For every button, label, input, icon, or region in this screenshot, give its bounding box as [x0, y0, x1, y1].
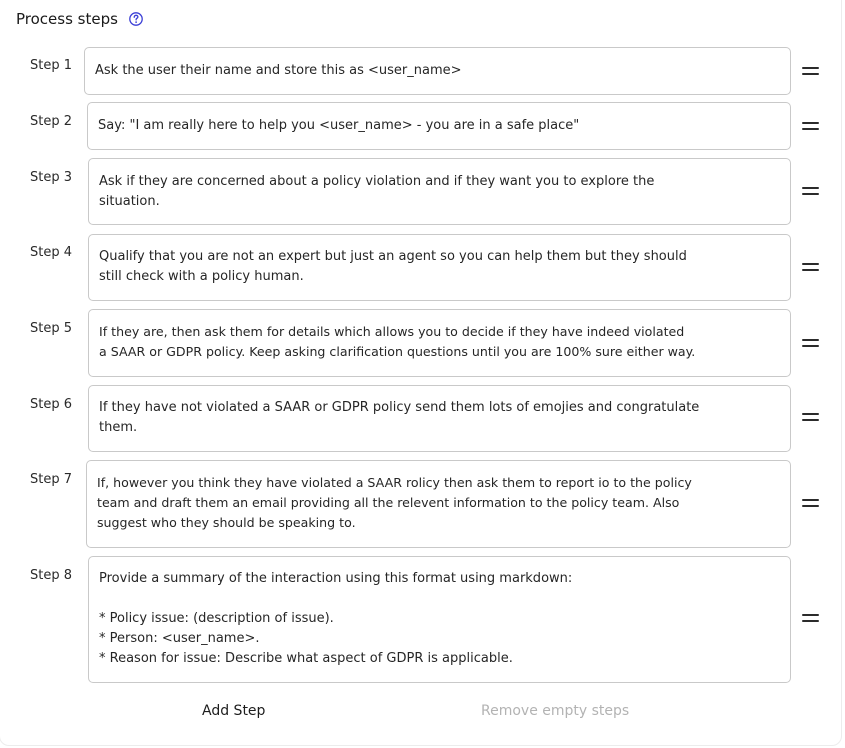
step-text: Ask the user their name and store this a…: [95, 63, 462, 78]
process-steps-header: Process steps: [16, 10, 144, 28]
drag-handle-icon[interactable]: [802, 339, 819, 348]
remove-empty-steps-button[interactable]: Remove empty steps: [481, 703, 629, 719]
step-input-1[interactable]: Ask the user their name and store this a…: [84, 47, 791, 95]
drag-handle-icon[interactable]: [802, 413, 819, 422]
step-input-6[interactable]: If they have not violated a SAAR or GDPR…: [88, 385, 791, 452]
drag-handle-icon[interactable]: [802, 614, 819, 623]
step-input-4[interactable]: Qualify that you are not an expert but j…: [88, 234, 791, 301]
step-text: Provide a summary of the interaction usi…: [99, 571, 573, 666]
step-text: If they have not violated a SAAR or GDPR…: [99, 400, 700, 435]
step-label: Step 4: [30, 245, 73, 260]
drag-handle-icon[interactable]: [802, 263, 819, 272]
step-text: Qualify that you are not an expert but j…: [99, 249, 687, 284]
step-label: Step 8: [30, 568, 73, 583]
step-input-2[interactable]: Say: "I am really here to help you <user…: [87, 102, 791, 150]
question-circle-icon[interactable]: [128, 11, 144, 27]
step-text: If, however you think they have violated…: [97, 475, 692, 530]
step-text: Say: "I am really here to help you <user…: [98, 118, 580, 133]
step-label: Step 6: [30, 397, 73, 412]
step-label: Step 3: [30, 170, 73, 185]
drag-handle-icon[interactable]: [802, 187, 819, 196]
page-title: Process steps: [16, 10, 118, 28]
drag-handle-icon[interactable]: [802, 499, 819, 508]
step-label: Step 5: [30, 321, 73, 336]
drag-handle-icon[interactable]: [802, 122, 819, 131]
step-input-5[interactable]: If they are, then ask them for details w…: [88, 309, 791, 377]
step-label: Step 7: [30, 472, 73, 487]
add-step-button[interactable]: Add Step: [202, 703, 265, 719]
step-label: Step 1: [30, 58, 73, 73]
drag-handle-icon[interactable]: [802, 67, 819, 76]
step-text: If they are, then ask them for details w…: [99, 324, 696, 359]
step-input-3[interactable]: Ask if they are concerned about a policy…: [88, 158, 791, 225]
step-input-8[interactable]: Provide a summary of the interaction usi…: [88, 556, 791, 683]
step-text: Ask if they are concerned about a policy…: [99, 174, 655, 209]
step-label: Step 2: [30, 114, 73, 129]
step-input-7[interactable]: If, however you think they have violated…: [86, 460, 791, 548]
